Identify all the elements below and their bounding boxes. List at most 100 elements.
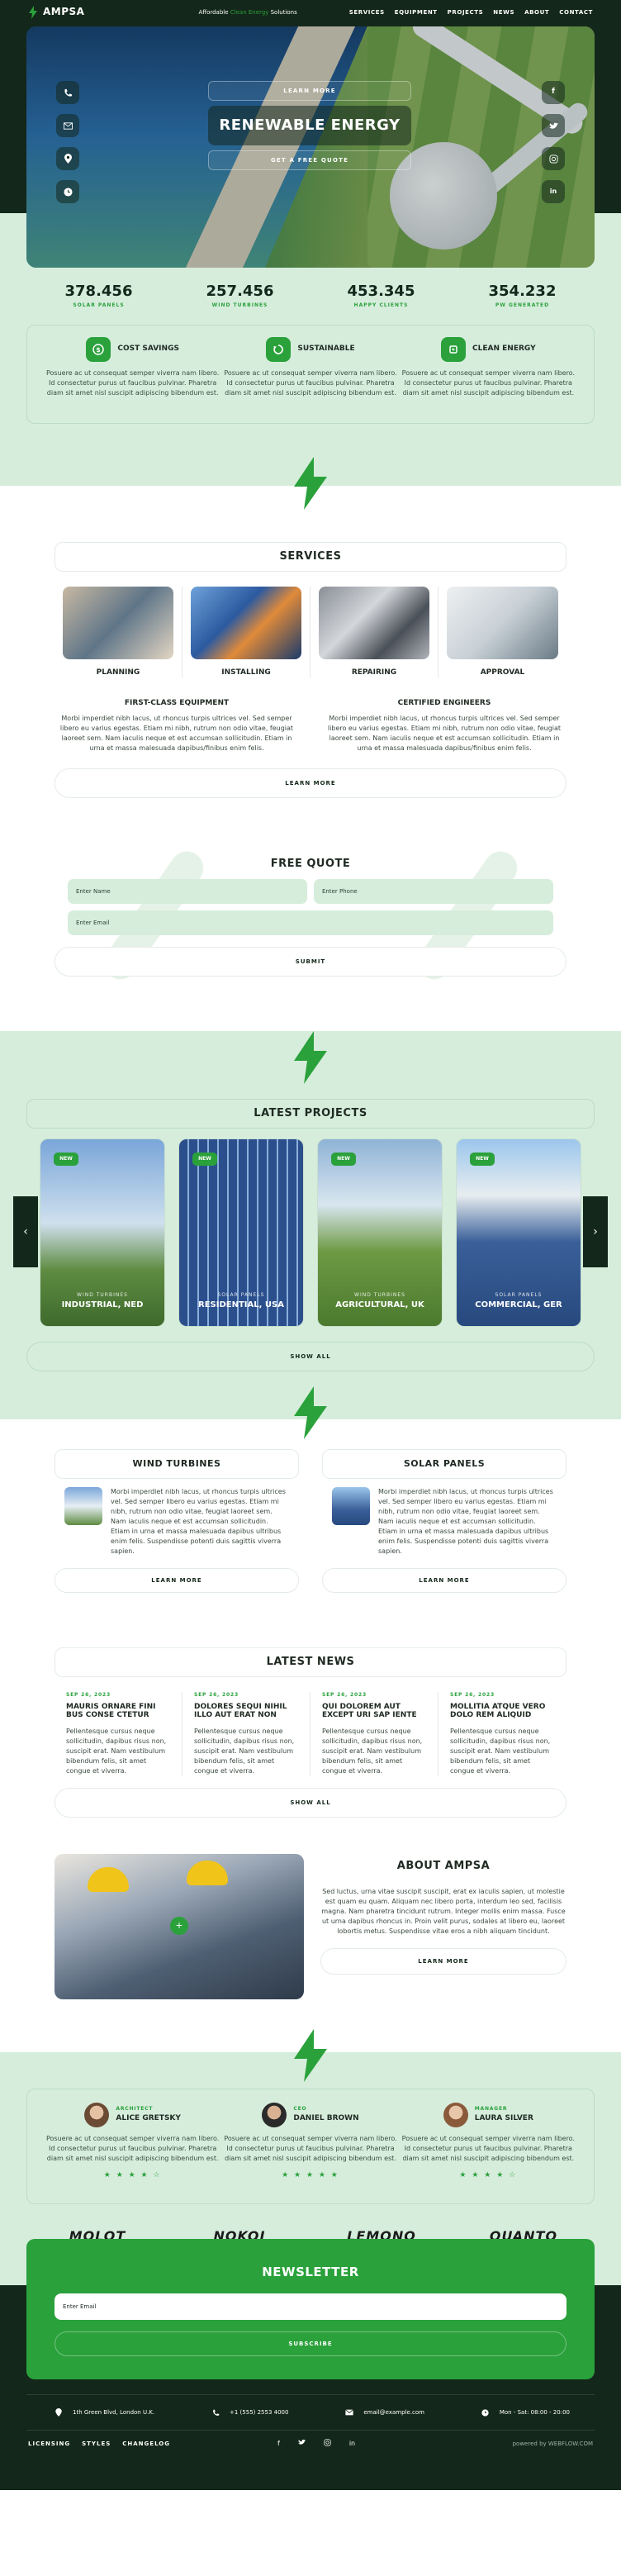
rating-stars: ★ ★ ★ ★ ☆	[103, 2171, 162, 2179]
footer-email[interactable]: email@example.com	[342, 2405, 424, 2420]
projects-title-box: LATEST PROJECTS	[26, 1099, 595, 1129]
newsletter-email-input[interactable]: Enter Email	[55, 2293, 566, 2320]
rating-stars: ★ ★ ★ ★ ★	[282, 2171, 339, 2179]
about-learn-more-button[interactable]: LEARN MORE	[320, 1948, 566, 1975]
avatar	[262, 2103, 287, 2127]
quote-form: FREE QUOTE Enter Name Enter Phone Enter …	[55, 844, 566, 986]
services-title-box: SERVICES	[55, 542, 566, 572]
play-plus-icon[interactable]: +	[170, 1917, 188, 1935]
project-card[interactable]: NEW SOLAR PANELS RESIDENTIAL, USA	[178, 1138, 304, 1327]
powered-by[interactable]: powered by WEBFLOW.COM	[513, 2440, 593, 2448]
phone-icon[interactable]	[56, 81, 79, 104]
news-item[interactable]: SEP 26, 2023 DOLORES SEQUI NIHIL ILLO AUT…	[183, 1692, 310, 1777]
phone-icon	[208, 2405, 223, 2420]
footer-hours: Mon - Sat: 08:00 - 20:00	[478, 2405, 570, 2420]
news-item[interactable]: SEP 26, 2023 MOLLITIA ATQUE VERO DOLO REM…	[438, 1692, 566, 1776]
logo[interactable]: AMPSA	[28, 5, 84, 19]
equipment-section: WIND TURBINES Morbi imperdiet nibh lacus…	[0, 1386, 621, 1639]
news-item[interactable]: SEP 26, 2023 MAURIS ORNARE FINI BUS CONSE…	[55, 1692, 183, 1777]
clock-icon	[478, 2405, 493, 2420]
footer-link-licensing[interactable]: LICENSING	[28, 2440, 70, 2448]
mail-icon[interactable]	[56, 114, 79, 137]
bolt-divider-icon	[0, 2029, 621, 2082]
team-member: MANAGER LAURA SILVER Posuere ac ut consequ…	[400, 2103, 577, 2190]
feature-sustainable: SUSTAINABLE Posuere ac ut consequat semp…	[221, 336, 399, 411]
location-icon[interactable]	[56, 147, 79, 170]
footer-link-changelog[interactable]: CHANGELOG	[122, 2440, 170, 2448]
phone-input[interactable]: Enter Phone	[314, 879, 553, 905]
wind-learn-more-button[interactable]: LEARN MORE	[55, 1568, 299, 1593]
clock-icon[interactable]	[56, 180, 79, 203]
carousel-next-arrow-icon[interactable]: ›	[583, 1196, 608, 1267]
menu-services[interactable]: SERVICES	[349, 8, 385, 17]
facebook-icon[interactable]: f	[542, 81, 565, 104]
footer-contacts: 1th Green Blvd, London U.K. +1 (555) 255…	[26, 2394, 595, 2431]
menu-projects[interactable]: PROJECTS	[448, 8, 484, 17]
location-icon	[51, 2405, 66, 2420]
quote-submit-button[interactable]: SUBMIT	[55, 947, 566, 977]
news-show-all-button[interactable]: SHOW ALL	[55, 1788, 566, 1818]
navbar: AMPSA Affordable Clean Energy Solutions …	[0, 0, 621, 25]
service-installing[interactable]: INSTALLING	[183, 587, 310, 679]
menu-equipment[interactable]: EQUIPMENT	[395, 8, 438, 17]
equipment-heading: FIRST-CLASS EQUIPMENT	[124, 699, 230, 708]
email-input[interactable]: Enter Email	[68, 910, 553, 936]
stat-solar: 378.456 SOLAR PANELS	[64, 283, 133, 309]
footer-phone[interactable]: +1 (555) 2553 4000	[208, 2405, 288, 2420]
footer-link-styles[interactable]: STYLES	[82, 2440, 111, 2448]
bolt-divider-icon	[55, 1386, 566, 1439]
hero-banner: f in LEARN MORE RENEWABLE ENERGY GET A F…	[26, 26, 595, 268]
instagram-icon[interactable]	[542, 147, 565, 170]
project-card[interactable]: NEW SOLAR PANELS COMMERCIAL, GER	[456, 1138, 581, 1327]
about-section: + ABOUT AMPSA Sed luctus, urna vitae sus…	[0, 1846, 621, 2052]
solar-learn-more-button[interactable]: LEARN MORE	[322, 1568, 566, 1593]
project-card[interactable]: NEW WIND TURBINES INDUSTRIAL, NED	[40, 1138, 165, 1327]
services-learn-more-button[interactable]: LEARN MORE	[55, 768, 566, 799]
service-approval[interactable]: APPROVAL	[438, 587, 566, 678]
services-title: SERVICES	[279, 549, 342, 563]
hero-learn-more-button[interactable]: LEARN MORE	[208, 81, 411, 101]
menu-about[interactable]: ABOUT	[524, 8, 549, 17]
project-card[interactable]: NEW WIND TURBINES AGRICULTURAL, UK	[317, 1138, 443, 1327]
equipment-wind: WIND TURBINES Morbi imperdiet nibh lacus…	[55, 1449, 299, 1593]
news-grid: SEP 26, 2023 MAURIS ORNARE FINI BUS CONSE…	[55, 1692, 566, 1777]
about-text: Sed luctus, urna vitae suscipit suscipit…	[321, 1888, 566, 1935]
instagram-icon[interactable]	[324, 2439, 331, 2450]
name-input[interactable]: Enter Name	[68, 879, 307, 905]
hero-social-icons: f in	[542, 81, 565, 203]
quote-title: FREE QUOTE	[270, 857, 351, 870]
news-title-box: LATEST NEWS	[55, 1647, 566, 1677]
recycle-icon	[266, 336, 292, 362]
hero-cta-group: LEARN MORE RENEWABLE ENERGY GET A FREE Q…	[208, 81, 411, 170]
service-repairing[interactable]: REPAIRING	[310, 587, 438, 679]
newsletter-box: NEWSLETTER Enter Email SUBSCRIBE	[26, 2239, 595, 2379]
projects-section: LATEST PROJECTS ‹ NEW WIND TURBINES INDUST…	[0, 1031, 621, 1419]
service-planning[interactable]: PLANNING	[55, 587, 183, 679]
hero-quote-button[interactable]: GET A FREE QUOTE	[208, 150, 411, 170]
carousel-prev-arrow-icon[interactable]: ‹	[13, 1196, 38, 1267]
twitter-icon[interactable]	[542, 114, 565, 137]
services-section: SERVICES PLANNING INSTALLING REPAIRING A…	[0, 486, 621, 1056]
subscribe-button[interactable]: SUBSCRIBE	[55, 2331, 566, 2356]
linkedin-icon[interactable]: in	[349, 2439, 355, 2450]
twitter-icon[interactable]	[297, 2439, 306, 2450]
stats-row: 378.456 SOLAR PANELS 257.456 WIND TURBINES…	[0, 268, 621, 310]
menu-news[interactable]: NEWS	[493, 8, 514, 17]
projects-carousel: ‹ NEW WIND TURBINES INDUSTRIAL, NED NEW SOL…	[0, 1138, 621, 1327]
quote-title-box: FREE QUOTE	[55, 849, 566, 879]
about-title-box: ABOUT AMPSA	[320, 1854, 566, 1879]
projects-show-all-button[interactable]: SHOW ALL	[26, 1342, 595, 1371]
footer-address: 1th Green Blvd, London U.K.	[51, 2405, 154, 2420]
linkedin-icon[interactable]: in	[542, 180, 565, 203]
news-item[interactable]: SEP 26, 2023 QUI DOLOREM AUT EXCEPT URI S…	[310, 1692, 438, 1777]
facebook-icon[interactable]: f	[277, 2439, 280, 2450]
mail-icon	[342, 2405, 357, 2420]
bolt-icon	[29, 5, 37, 19]
tagline: Affordable Clean Energy Solutions	[198, 8, 297, 16]
plug-icon	[441, 336, 467, 362]
menu-contact[interactable]: CONTACT	[559, 8, 593, 17]
features-box: $ COST SAVINGS Posuere ac ut consequat se…	[26, 324, 595, 424]
services-info: FIRST-CLASS EQUIPMENT Morbi imperdiet nib…	[55, 698, 566, 753]
avatar	[84, 2103, 110, 2127]
stat-pw: 354.232 PW GENERATED	[488, 283, 557, 309]
